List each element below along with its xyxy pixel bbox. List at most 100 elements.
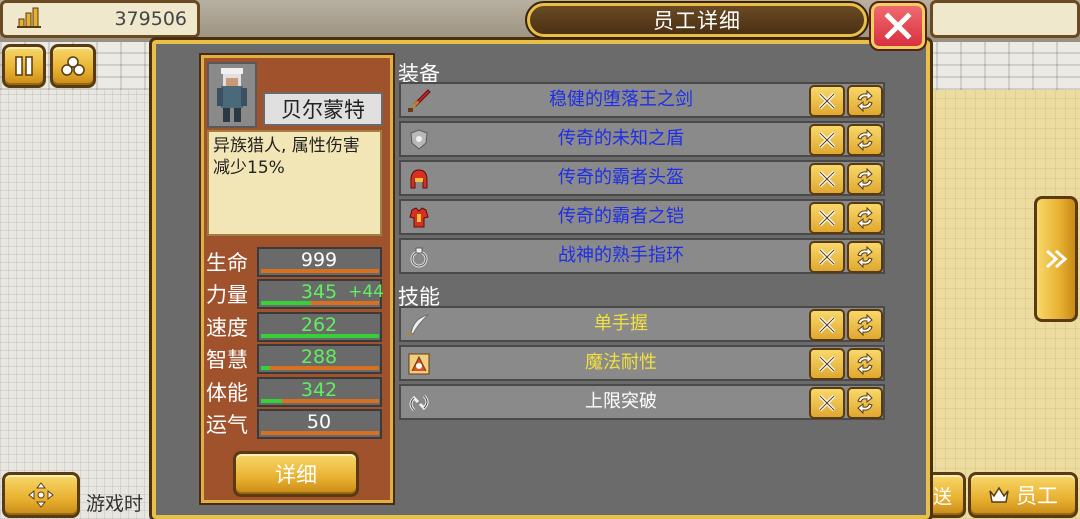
stat-bonus: +44	[348, 282, 384, 302]
ring-icon	[405, 243, 433, 271]
hunter-portrait-icon	[217, 68, 247, 122]
swap-button[interactable]	[847, 163, 883, 195]
sword-icon	[405, 87, 433, 115]
stat-label: 运气	[206, 413, 248, 437]
stat-progress-bar	[261, 399, 379, 403]
list-item[interactable]: 传奇的霸者之铠	[399, 199, 885, 235]
stat-value-box: 345 +44	[257, 279, 384, 309]
swap-button[interactable]	[847, 387, 883, 419]
swap-button[interactable]	[847, 202, 883, 234]
move-button[interactable]	[2, 472, 80, 518]
list-item-label: 传奇的未知之盾	[558, 128, 684, 149]
stat-value: 342	[300, 379, 338, 401]
stat-progress-fill	[261, 399, 283, 403]
list-item[interactable]: 魔法耐性	[399, 345, 885, 381]
remove-button[interactable]	[809, 163, 845, 195]
remove-button[interactable]	[809, 309, 845, 341]
swap-icon	[857, 392, 873, 414]
remove-icon	[818, 170, 836, 188]
dialog-title: 员工详细	[525, 1, 869, 39]
swap-button[interactable]	[847, 85, 883, 117]
top-right-panel	[930, 0, 1080, 38]
partial-button-label: 送	[933, 485, 953, 508]
swap-icon	[857, 207, 873, 229]
detail-button-label: 详细	[275, 463, 317, 487]
swap-icon	[857, 246, 873, 268]
remove-button[interactable]	[809, 85, 845, 117]
swap-button[interactable]	[847, 348, 883, 380]
remove-icon	[818, 394, 836, 412]
list-item-label: 魔法耐性	[585, 352, 657, 373]
stat-progress-bar	[261, 334, 379, 338]
stat-label: 智慧	[206, 348, 248, 372]
close-icon	[884, 12, 912, 40]
stat-value-box: 288	[257, 344, 382, 374]
stat-label: 速度	[206, 316, 248, 340]
stat-label: 力量	[206, 283, 248, 307]
resources-icon	[61, 56, 85, 76]
swap-icon	[857, 90, 873, 112]
pause-button[interactable]	[2, 44, 46, 88]
remove-icon	[818, 131, 836, 149]
stat-progress-fill	[261, 334, 379, 338]
remove-button[interactable]	[809, 202, 845, 234]
list-item-label: 传奇的霸者头盔	[558, 167, 684, 188]
swap-icon	[857, 353, 873, 375]
list-item[interactable]: 单手握	[399, 306, 885, 342]
armor-icon	[405, 204, 433, 232]
list-item[interactable]: 战神的熟手指环	[399, 238, 885, 274]
swap-button[interactable]	[847, 309, 883, 341]
game-time-label: 游戏时	[86, 493, 144, 515]
helmet-icon	[405, 165, 433, 193]
list-item[interactable]: 传奇的霸者头盔	[399, 160, 885, 196]
limit-break-icon	[405, 389, 433, 417]
stat-value: 999	[300, 249, 338, 271]
remove-button[interactable]	[809, 348, 845, 380]
list-item-label: 上限突破	[585, 391, 657, 412]
list-item-label: 单手握	[594, 313, 648, 334]
stat-value-box: 50	[257, 409, 382, 439]
swap-icon	[857, 129, 873, 151]
list-item-label: 战神的熟手指环	[558, 245, 684, 266]
magic-resist-icon	[405, 350, 433, 378]
pause-icon	[15, 56, 33, 76]
list-item[interactable]: 传奇的未知之盾	[399, 121, 885, 157]
world-scroll-right-button[interactable]	[1034, 196, 1078, 322]
feather-icon	[405, 311, 433, 339]
crown-icon	[989, 486, 1009, 503]
stat-progress-fill	[261, 366, 271, 370]
remove-button[interactable]	[809, 124, 845, 156]
list-item-label: 稳健的堕落王之剑	[549, 89, 693, 110]
swap-icon	[857, 168, 873, 190]
detail-button[interactable]: 详细	[233, 451, 359, 497]
list-item[interactable]: 上限突破	[399, 384, 885, 420]
stat-progress-fill	[261, 301, 311, 305]
staff-button[interactable]: 员工	[968, 472, 1078, 518]
list-item[interactable]: 稳健的堕落王之剑	[399, 82, 885, 118]
close-button[interactable]	[869, 1, 927, 51]
staff-button-label: 员工	[1016, 484, 1058, 508]
stat-value-box: 342	[257, 377, 382, 407]
employee-description: 异族猎人, 属性伤害减少15%	[207, 130, 382, 236]
stat-progress-bar	[261, 269, 379, 273]
list-item-label: 传奇的霸者之铠	[558, 206, 684, 227]
employee-portrait	[207, 62, 257, 128]
money-icon	[17, 5, 43, 33]
stat-progress-bar	[261, 301, 379, 305]
stat-value: 50	[306, 411, 332, 433]
remove-button[interactable]	[809, 241, 845, 273]
stat-value-box: 999	[257, 247, 382, 277]
swap-button[interactable]	[847, 241, 883, 273]
shield-icon	[405, 126, 433, 154]
swap-button[interactable]	[847, 124, 883, 156]
double-chevron-right-icon	[1046, 249, 1068, 269]
stat-label: 体能	[206, 381, 248, 405]
remove-button[interactable]	[809, 387, 845, 419]
stat-progress-bar	[261, 431, 379, 435]
stat-value: 262	[300, 314, 338, 336]
resources-button[interactable]	[50, 44, 96, 88]
stat-value-box: 262	[257, 312, 382, 342]
money-value: 379506	[114, 8, 187, 30]
partial-button[interactable]: 送	[926, 472, 966, 518]
move-arrows-icon	[28, 482, 54, 508]
